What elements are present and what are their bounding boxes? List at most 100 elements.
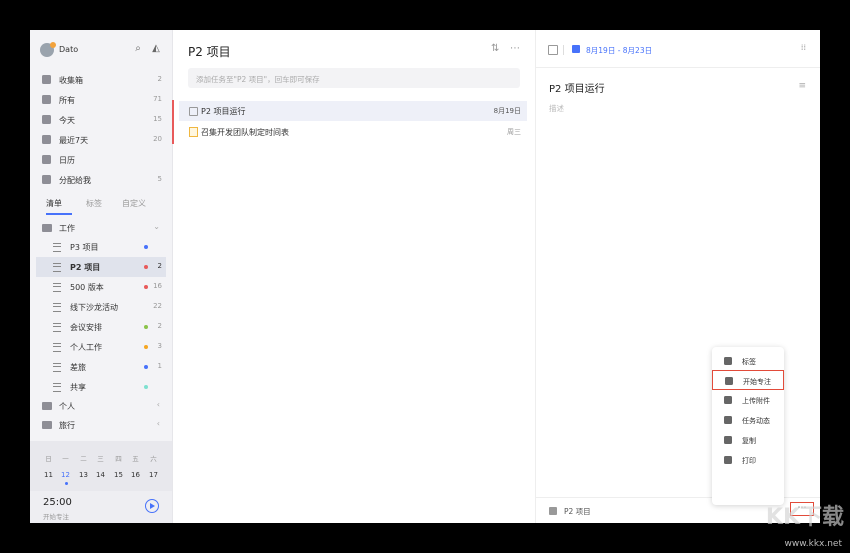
detail-list-name[interactable]: P2 项目 (564, 506, 591, 517)
date-range[interactable]: 8月19日 - 8月23日 (586, 45, 652, 56)
play-icon[interactable] (145, 499, 159, 513)
folder-icon (42, 421, 52, 429)
list-count: 3 (157, 342, 162, 350)
list-count: 1 (157, 362, 162, 370)
calendar-day[interactable]: 17 (145, 471, 162, 479)
pomodoro-panel: 25:00 开始专注 (30, 491, 172, 523)
list-item[interactable]: 个人工作 3 (36, 337, 166, 357)
menu-item-attach[interactable]: 上传附件 (712, 390, 784, 410)
list-label: 线下沙龙活动 (70, 303, 118, 312)
weekday-label: 五 (132, 455, 139, 463)
note-icon[interactable] (189, 127, 198, 137)
task-checkbox[interactable] (189, 107, 198, 116)
detail-title[interactable]: P2 项目运行 (549, 80, 605, 95)
calendar-day-today[interactable]: 12 (57, 471, 74, 479)
divider (563, 45, 564, 55)
list-icon (53, 343, 61, 352)
task-row[interactable]: 召集开发团队制定时间表 周三 (179, 122, 527, 142)
focus-icon (725, 377, 733, 385)
calendar-day[interactable]: 15 (110, 471, 127, 479)
list-item-selected[interactable]: P2 项目 2 (36, 257, 166, 277)
menu-item-activity[interactable]: 任务动态 (712, 410, 784, 430)
color-dot (144, 385, 148, 389)
list-label: P2 项目 (70, 263, 101, 272)
list-label: 共享 (70, 383, 86, 392)
menu-item-copy[interactable]: 复制 (712, 430, 784, 450)
tab-underline (46, 213, 72, 215)
description-field[interactable]: 描述 (549, 103, 564, 114)
menu-item-print[interactable]: 打印 (712, 450, 784, 470)
weekday-label: 二 (80, 455, 87, 463)
list-item[interactable]: 会议安排 2 (36, 317, 166, 337)
bell-icon[interactable]: ◭ (149, 42, 163, 56)
nav-count: 15 (153, 115, 162, 123)
nav-inbox[interactable]: 收集箱 2 (36, 70, 166, 90)
tag-icon (724, 357, 732, 365)
menu-label: 标签 (742, 358, 756, 366)
task-row[interactable]: P2 项目运行 8月19日 (179, 101, 527, 121)
calendar-day[interactable]: 16 (127, 471, 144, 479)
color-dot (144, 245, 148, 249)
list-item[interactable]: 线下沙龙活动 22 (36, 297, 166, 317)
chevron-left-icon[interactable]: ‹ (157, 400, 160, 409)
more-icon[interactable]: ⋯ (510, 43, 520, 54)
nav-calendar[interactable]: 日历 (36, 150, 166, 170)
search-icon[interactable]: ⌕ (131, 42, 145, 56)
list-icon (53, 283, 61, 292)
priority-icon[interactable]: ⁞⁞ (801, 43, 806, 52)
mini-calendar: 日 一 二 三 四 五 六 11 12 13 14 15 16 17 (30, 441, 172, 491)
list-label: 差旅 (70, 363, 86, 372)
tab-custom[interactable]: 自定义 (122, 198, 146, 209)
tab-tags[interactable]: 标签 (86, 198, 102, 209)
weekday-label: 六 (150, 455, 157, 463)
color-dot (144, 285, 148, 289)
calendar-icon[interactable] (572, 45, 580, 53)
nav-all[interactable]: 所有 71 (36, 90, 166, 110)
folder-label: 工作 (59, 224, 75, 233)
text-format-icon[interactable]: ≡ (798, 81, 806, 91)
add-task-input[interactable]: 添加任务至"P2 项目"，回车即可保存 (188, 68, 520, 88)
folder-personal[interactable]: 个人 ‹ (36, 396, 166, 416)
divider (536, 67, 820, 68)
task-date: 8月19日 (493, 107, 521, 115)
chevron-down-icon[interactable]: ⌄ (153, 222, 160, 231)
sidebar-header: Dato ⌕ ◭ (30, 30, 172, 68)
nav-count: 5 (157, 175, 162, 183)
tab-lists[interactable]: 清单 (46, 198, 62, 209)
folder-label: 旅行 (59, 421, 75, 430)
pomodoro-label: 开始专注 (43, 513, 69, 521)
menu-item-tags[interactable]: 标签 (712, 351, 784, 371)
chevron-left-icon[interactable]: ‹ (157, 419, 160, 428)
sort-icon[interactable]: ⇅ (491, 43, 499, 54)
menu-label: 任务动态 (742, 417, 770, 425)
history-icon (724, 416, 732, 424)
context-menu: 标签 开始专注 上传附件 任务动态 复制 打印 (712, 347, 784, 505)
avatar[interactable] (40, 42, 56, 57)
calendar-day[interactable]: 14 (92, 471, 109, 479)
pomodoro-time: 25:00 (43, 497, 72, 508)
list-item[interactable]: 共享 (36, 377, 166, 397)
list-icon (53, 383, 61, 392)
printer-icon (724, 456, 732, 464)
nav-next7days[interactable]: 最近7天 20 (36, 130, 166, 150)
list-item[interactable]: 差旅 1 (36, 357, 166, 377)
today-dot (65, 482, 68, 485)
nav-today[interactable]: 今天 15 (36, 110, 166, 130)
copy-icon (724, 436, 732, 444)
menu-item-start-focus[interactable]: 开始专注 (712, 370, 784, 390)
sidebar-tabs: 清单 标签 自定义 (36, 195, 166, 215)
list-label: 个人工作 (70, 343, 102, 352)
nav-assigned[interactable]: 分配给我 5 (36, 170, 166, 190)
calendar-day[interactable]: 13 (75, 471, 92, 479)
all-icon (42, 95, 51, 104)
menu-label: 上传附件 (742, 397, 770, 405)
list-icon (53, 243, 61, 252)
list-item[interactable]: 500 版本 16 (36, 277, 166, 297)
list-item[interactable]: P3 项目 (36, 237, 166, 257)
nav-count: 20 (153, 135, 162, 143)
folder-work[interactable]: 工作 ⌄ (36, 218, 166, 238)
calendar-day[interactable]: 11 (40, 471, 57, 479)
watermark-url: www.kkx.net (784, 539, 843, 549)
folder-travel[interactable]: 旅行 ‹ (36, 415, 166, 435)
detail-checkbox[interactable] (548, 45, 558, 55)
